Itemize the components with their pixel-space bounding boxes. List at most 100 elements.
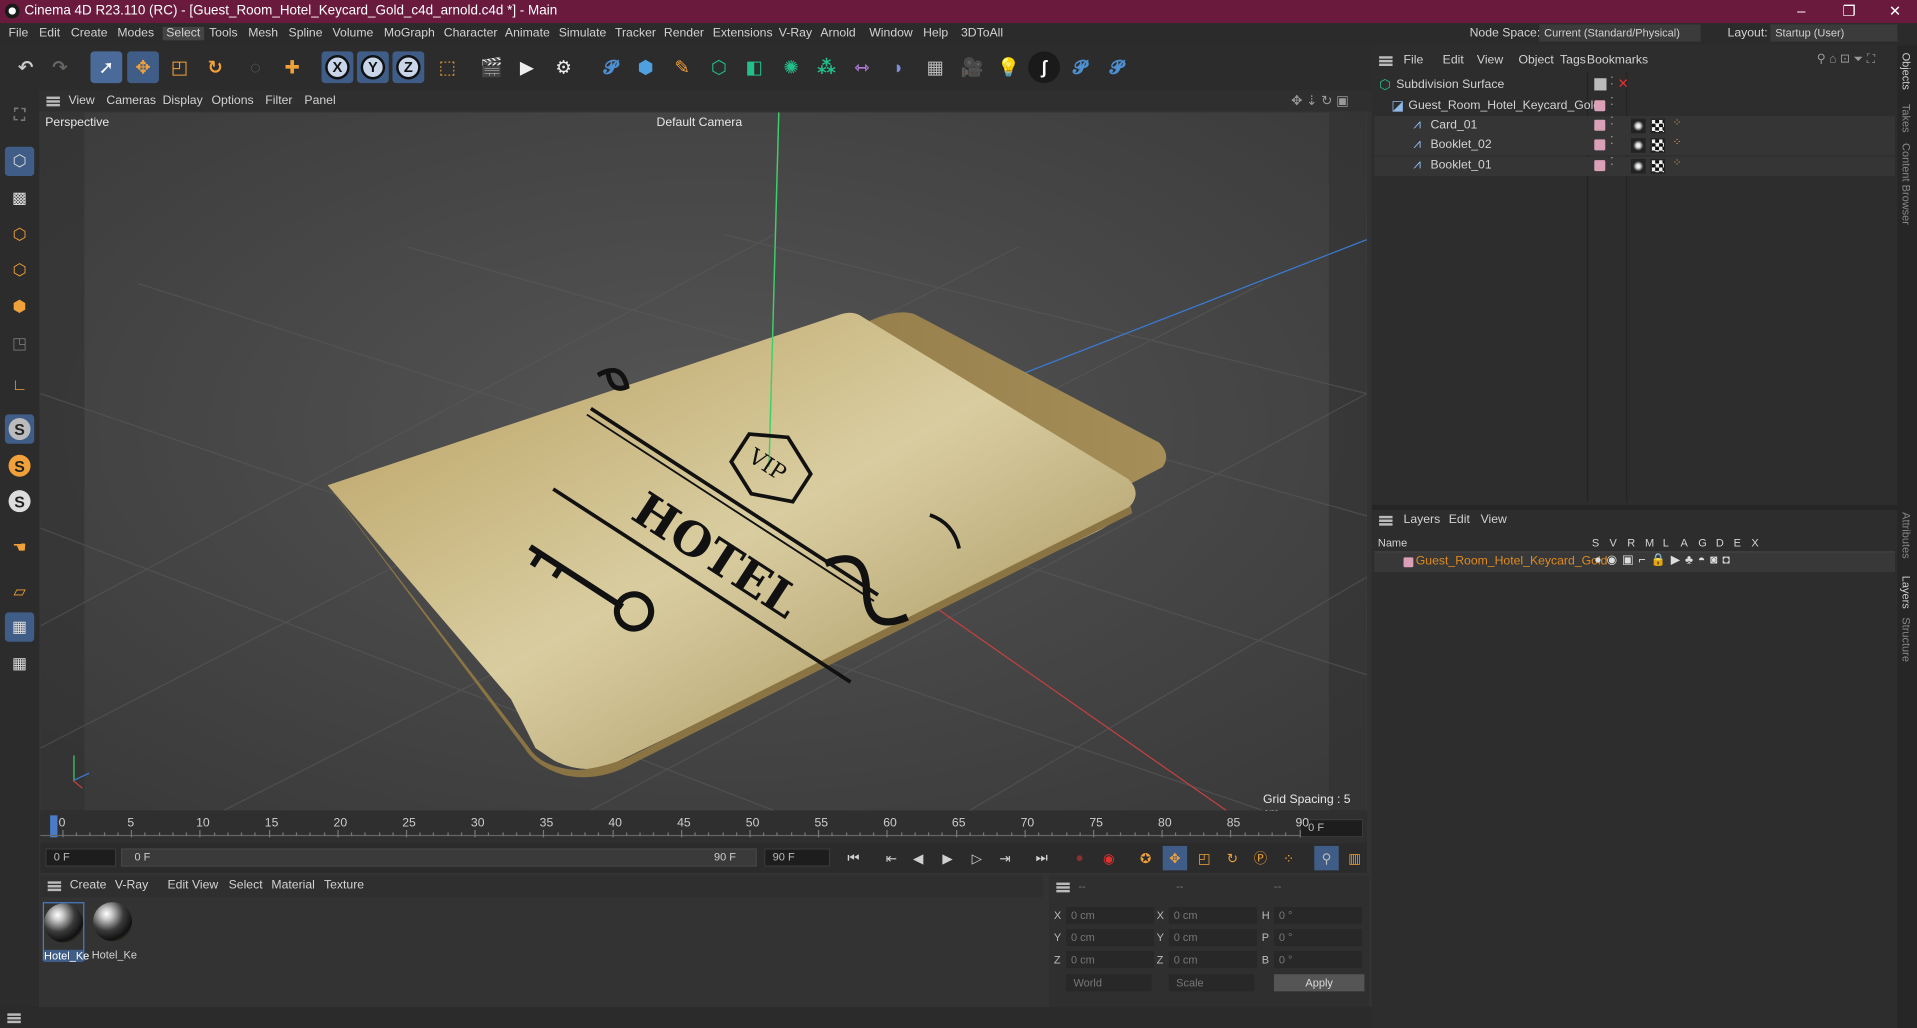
layer-column-header[interactable]: X [1751,537,1758,549]
object-toolbar-icons[interactable]: ⚲ ⌂ ⊡ ⏷ ⛶ [1817,53,1876,66]
coord-value-field[interactable]: 0 cm [1066,951,1155,969]
python-script-2-icon[interactable]: 𝓟 [1100,51,1132,83]
object-tree-item[interactable]: ⩘ Card_01 ⁚ ⁘ [1374,115,1896,136]
python-icon[interactable]: 𝓟 [594,51,626,83]
menu-spline[interactable]: Spline [289,27,323,40]
next-frame-icon[interactable]: ▷ [965,846,989,870]
viewport-menu-panel[interactable]: Panel [304,94,335,107]
snap-settings-icon[interactable]: S [5,451,34,480]
apply-button[interactable]: Apply [1273,974,1365,992]
coord-value-field[interactable]: 0 cm [1168,907,1257,925]
coord-value-field[interactable]: 0 cm [1066,907,1155,925]
rotate-tool-button[interactable]: ↻ [199,51,231,83]
side-tab-attributes[interactable]: Attributes [1900,512,1912,558]
visibility-dots-icon[interactable]: ⁚ [1610,115,1614,128]
node-space-dropdown[interactable]: Current (Standard/Physical) [1539,24,1701,42]
texture-mode-icon[interactable]: ▩ [5,183,34,212]
snap-icon[interactable]: S [4,414,35,444]
menu-window[interactable]: Window [869,27,912,40]
next-key-icon[interactable]: ⇥ [993,846,1017,870]
side-tab-takes[interactable]: Takes [1900,104,1912,133]
python-script-icon[interactable]: 𝓟 [1064,51,1096,83]
render-picture-viewer-button[interactable]: ▶ [511,51,543,83]
object-name[interactable]: Card_01 [1430,119,1477,132]
material-menu-vray[interactable]: V-Ray [115,879,148,892]
uv-mode-icon[interactable]: ◳ [5,329,34,358]
menu-tracker[interactable]: Tracker [615,27,656,40]
timeline-window-icon[interactable]: ▥ [1342,846,1366,870]
enable-toggle-icon[interactable]: ✕ [1617,76,1628,92]
tweak-icon[interactable]: ☚ [5,533,34,562]
add-object-button[interactable]: ✚ [276,51,308,83]
menu-volume[interactable]: Volume [333,27,374,40]
object-tree-item[interactable]: ⬡ Subdivision Surface ✕ ⁚ [1374,75,1895,96]
object-name[interactable]: Booklet_02 [1430,138,1491,151]
material-menu-texture[interactable]: Texture [324,879,364,892]
locked-workplane-icon[interactable]: ▦ [5,649,34,678]
start-frame-field[interactable]: 0 F [45,848,117,867]
texture-tag-icon[interactable] [1650,158,1666,174]
viewport-menu-icon[interactable] [46,96,60,107]
coord-scale-dropdown[interactable]: Scale [1168,974,1255,992]
layer-name[interactable]: Guest_Room_Hotel_Keycard_Gold [1416,555,1608,568]
move-tool-button[interactable]: ✥ [127,51,159,84]
visibility-dots-icon[interactable]: ⁚ [1610,134,1614,147]
menu-file[interactable]: File [9,27,29,40]
goto-start-icon[interactable]: ⏮ [841,846,865,870]
x-axis-toggle[interactable]: X [321,51,354,84]
render-settings-button[interactable]: ⚙ [548,51,580,83]
key-scale-icon[interactable]: ◰ [1192,846,1216,870]
status-menu-icon[interactable] [7,1013,21,1024]
menu-simulate[interactable]: Simulate [559,27,607,40]
motion-system-icon[interactable]: ⚲ [1314,845,1339,871]
menu-modes[interactable]: Modes [117,27,154,40]
mograph-icon[interactable]: ⁂ [811,51,843,83]
subdivision-icon[interactable]: ⬡ [703,51,735,83]
coord-value-field[interactable]: 0 cm [1168,929,1257,947]
material-tag-icon[interactable] [1630,158,1646,174]
coord-value-field[interactable]: 0 ° [1273,929,1362,947]
minimize-button[interactable]: – [1797,2,1805,19]
coord-mode-dropdown[interactable]: World [1066,974,1152,992]
deformer-icon[interactable]: ⇿ [846,51,878,83]
layer-column-header[interactable]: E [1734,537,1741,549]
material-menu-view[interactable]: View [192,879,218,892]
layer-column-header[interactable]: V [1610,537,1617,549]
coord-value-field[interactable]: 0 ° [1273,907,1362,925]
texture-tag-icon[interactable] [1650,138,1666,153]
layer-column-header[interactable]: A [1680,537,1687,549]
material-menu-create[interactable]: Create [70,879,107,892]
menu-create[interactable]: Create [71,27,108,40]
object-name[interactable]: Subdivision Surface [1396,78,1504,91]
workplane-grid-icon[interactable]: ▦ [4,612,35,642]
autokey-icon[interactable]: ◉ [1097,846,1121,870]
object-name[interactable]: Guest_Room_Hotel_Keycard_Gold [1408,99,1600,112]
light-icon[interactable]: 💡 [993,51,1025,83]
key-param-icon[interactable]: Ⓟ [1248,846,1272,870]
undo-button[interactable]: ↶ [10,51,42,83]
model-mode-icon[interactable]: ⬡ [4,146,35,177]
object-menu-bookmarks[interactable]: Bookmarks [1587,54,1648,67]
layer-color-swatch[interactable] [1594,160,1606,172]
object-menu-file[interactable]: File [1404,54,1424,67]
edges-mode-icon[interactable]: ⬡ [5,255,34,284]
field-icon[interactable]: ◗ [883,51,915,83]
visibility-dots-icon[interactable]: ⁚ [1610,95,1614,108]
arnold-icon[interactable]: ʃ [1028,51,1060,84]
layer-menu-icon[interactable] [1379,515,1393,526]
visibility-dots-icon[interactable]: ⁚ [1610,155,1614,168]
menu-render[interactable]: Render [664,27,704,40]
make-editable-icon[interactable]: ⛶ [5,100,34,129]
layer-color-swatch[interactable] [1594,139,1606,151]
extrude-icon[interactable]: ◧ [738,51,770,83]
layer-column-header[interactable]: R [1627,537,1635,549]
side-tab-layers[interactable]: Layers [1900,576,1912,609]
layer-flag-icons[interactable]: ●◉▣⌐🔒▶♣◓◙◘ [1594,554,1734,567]
menu-character[interactable]: Character [444,27,498,40]
texture-tag-icon[interactable] [1650,118,1666,134]
material-swatch[interactable]: Hotel_Ke [92,902,137,961]
prev-frame-icon[interactable]: ◀ [906,846,930,870]
render-view-button[interactable]: 🎬 [476,51,508,83]
object-menu-edit[interactable]: Edit [1443,54,1464,67]
menu-edit[interactable]: Edit [39,27,60,40]
